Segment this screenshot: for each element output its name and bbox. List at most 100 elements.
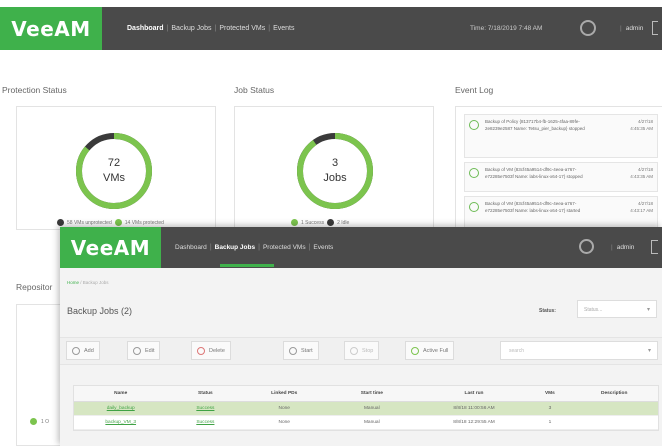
event-item[interactable]: Backup of VM {83cf45a9514-df9c-4eea-a767… — [464, 196, 658, 230]
column-header-start-time[interactable]: Start time — [325, 386, 419, 402]
job-linked-pds: None — [243, 415, 326, 430]
breadcrumb-home[interactable]: Home — [67, 280, 79, 285]
event-text: Backup of VM {83cf45a9514-df9c-4eea-a767… — [485, 167, 583, 179]
logout-icon[interactable] — [652, 21, 658, 35]
status-filter-label: Status: — [539, 308, 556, 314]
success-dot — [291, 219, 298, 226]
search-input[interactable]: search ▾ — [500, 341, 658, 360]
job-description — [570, 415, 658, 430]
table-row[interactable]: backup_VM_3 Success None Manual 8/8/18 1… — [74, 415, 658, 430]
job-donut: 3 Jobs — [293, 129, 377, 213]
job-legend: 1 Success 2 Idle — [291, 219, 349, 226]
job-status-card: 3 Jobs 1 Success 2 Idle — [234, 106, 434, 230]
column-header-name[interactable]: Name — [74, 386, 168, 402]
column-header-description[interactable]: Description — [570, 386, 658, 402]
table-row[interactable]: daily_backup Success None Manual 8/8/18 … — [74, 401, 658, 416]
column-header-last-run[interactable]: Last run — [418, 386, 530, 402]
chevron-down-icon: ▾ — [646, 307, 650, 313]
username: admin — [616, 244, 635, 251]
event-item[interactable]: Backup of Policy {813717b4-fb-1625-4faa-… — [464, 114, 658, 158]
protection-count: 72 — [107, 157, 121, 170]
protection-legend: 58 VMs unprotected 14 VMs protected — [57, 219, 164, 226]
event-item[interactable]: Backup of VM {83cf45a9514-df9c-4eea-a767… — [464, 162, 658, 192]
job-vms: 1 — [529, 415, 571, 430]
job-start-time: Manual — [325, 415, 419, 430]
active-full-button[interactable]: Active Full — [405, 341, 455, 360]
event-text: Backup of VM {83cf45a9514-df9c-4eea-a767… — [485, 201, 581, 213]
backup-jobs-topbar: VeeAM Dashboard | Backup Jobs | Protecte… — [60, 227, 662, 268]
idle-dot — [327, 219, 335, 226]
job-unit: Jobs — [323, 172, 347, 184]
job-last-run: 8/8/18 11:00:56 AM — [418, 401, 530, 416]
job-linked-pds: None — [243, 401, 326, 416]
info-icon — [469, 120, 479, 130]
protection-status-title: Protection Status — [2, 85, 67, 95]
delete-icon — [197, 346, 205, 355]
event-log-card: Backup of Policy {813717b4-fb-1625-4faa-… — [455, 106, 662, 230]
event-timestamp: 4/27/18 4:43:35 AM — [630, 167, 653, 179]
plus-icon — [72, 346, 80, 355]
job-last-run: 8/8/18 12:29:55 AM — [418, 415, 530, 430]
column-header-status[interactable]: Status — [167, 386, 244, 402]
repo-dot — [30, 418, 37, 425]
backup-jobs-window: VeeAM Dashboard | Backup Jobs | Protecte… — [60, 227, 662, 446]
nav-dashboard[interactable]: Dashboard — [124, 25, 167, 32]
event-text: Backup of Policy {813717b4-fb-1625-4faa-… — [485, 119, 585, 131]
add-button[interactable]: Add — [66, 341, 100, 360]
job-description — [570, 401, 658, 416]
legend-protected: 14 VMs protected — [124, 219, 164, 226]
backup-jobs-nav: Dashboard | Backup Jobs | Protected VMs … — [172, 227, 336, 268]
event-timestamp: 4/27/18 4:43:17 AM — [630, 201, 653, 213]
edit-button[interactable]: Edit — [127, 341, 161, 360]
info-icon — [469, 168, 479, 178]
stop-button[interactable]: Stop — [344, 341, 380, 360]
status-filter-select[interactable]: Status... ▾ — [577, 300, 657, 318]
nav-backup-jobs[interactable]: Backup Jobs — [212, 244, 258, 251]
current-time: Time: 7/18/2019 7:48 AM — [470, 25, 543, 32]
user-menu[interactable]: | admin — [611, 227, 634, 268]
dashboard-topbar: VeeAM Dashboard | Backup Jobs | Protecte… — [0, 7, 662, 50]
event-timestamp: 4/27/18 4:45:35 AM — [630, 119, 653, 131]
nav-backup-jobs[interactable]: Backup Jobs — [168, 25, 214, 32]
delete-button[interactable]: Delete — [191, 341, 231, 360]
nav-protected-vms[interactable]: Protected VMs — [216, 25, 268, 32]
backup-jobs-table: Name Status Linked PDs Start time Last r… — [73, 385, 659, 431]
start-button[interactable]: Start — [283, 341, 319, 360]
active-tab-indicator — [220, 264, 274, 267]
protected-dot — [114, 219, 122, 226]
page-title: Backup Jobs (2) — [67, 306, 133, 316]
job-status-link[interactable]: Success — [167, 401, 244, 416]
chevron-down-icon: ▾ — [647, 348, 651, 354]
job-name-link[interactable]: daily_backup — [74, 401, 168, 416]
event-log-title: Event Log — [455, 85, 494, 95]
job-status-title: Job Status — [234, 85, 275, 95]
protection-unit: VMs — [103, 172, 125, 184]
logout-icon[interactable] — [651, 240, 658, 254]
table-header-row: Name Status Linked PDs Start time Last r… — [74, 386, 658, 402]
play-icon — [289, 346, 297, 355]
nav-protected-vms[interactable]: Protected VMs — [260, 244, 309, 251]
job-name-link[interactable]: backup_VM_3 — [74, 415, 168, 430]
legend-unprotected: 58 VMs unprotected — [67, 219, 112, 226]
info-icon — [469, 202, 479, 212]
veeam-logo[interactable]: VeeAM — [0, 7, 102, 50]
veeam-logo[interactable]: VeeAM — [60, 227, 161, 268]
job-count: 3 — [331, 157, 339, 170]
breadcrumb: Home / Backup Jobs — [67, 280, 109, 285]
stop-icon — [350, 346, 358, 355]
gear-icon[interactable] — [580, 20, 596, 36]
nav-events[interactable]: Events — [310, 244, 336, 251]
legend-success: 1 Success — [301, 219, 325, 226]
gear-icon[interactable] — [579, 239, 594, 254]
job-start-time: Manual — [325, 401, 419, 416]
repo-legend: 1 O — [41, 419, 50, 425]
job-status-link[interactable]: Success — [167, 415, 244, 430]
column-header-linked-pds[interactable]: Linked PDs — [243, 386, 326, 402]
repositories-title: Repositor — [16, 282, 53, 292]
nav-dashboard[interactable]: Dashboard — [172, 244, 210, 251]
username: admin — [625, 25, 644, 32]
user-menu[interactable]: | admin — [620, 7, 643, 50]
legend-idle: 2 Idle — [337, 219, 350, 226]
column-header-vms[interactable]: VMs — [529, 386, 571, 402]
nav-events[interactable]: Events — [270, 25, 297, 32]
